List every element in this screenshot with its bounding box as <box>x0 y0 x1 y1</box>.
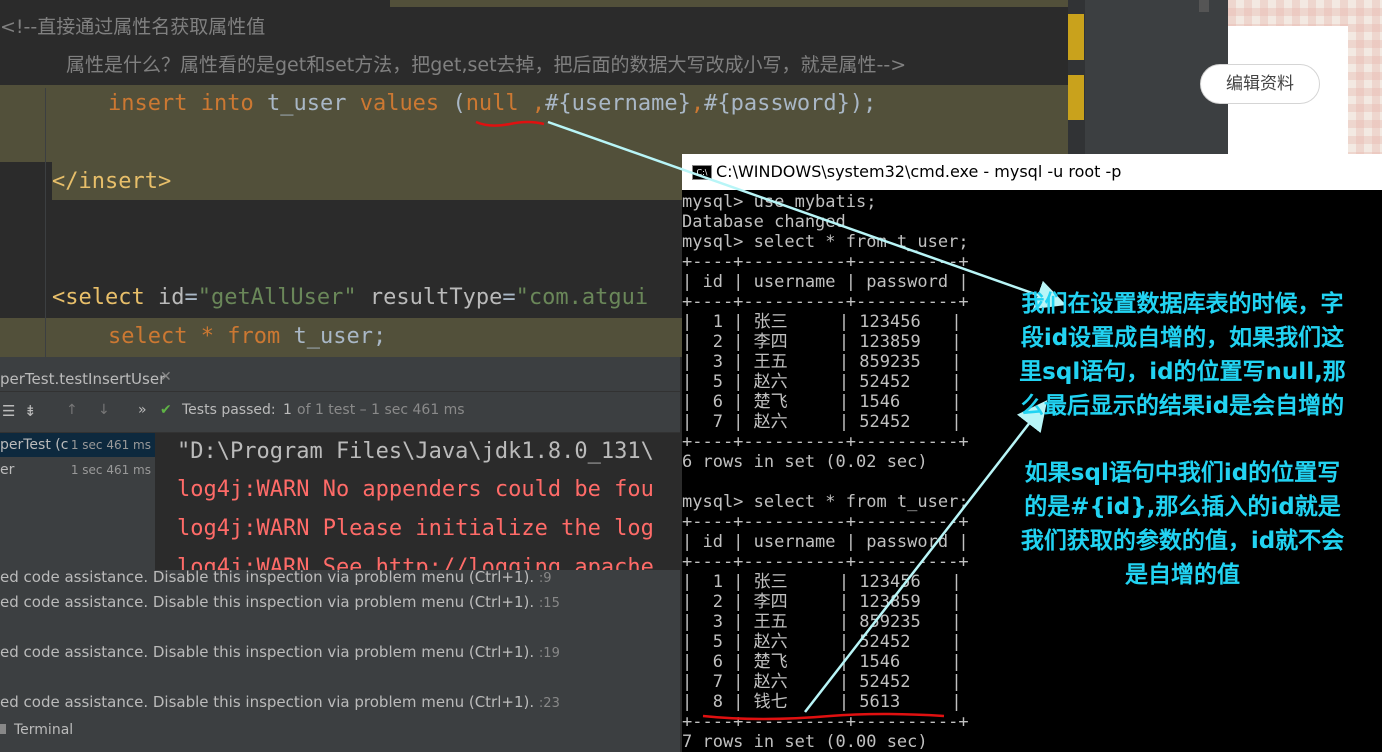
row8-underline <box>702 712 945 721</box>
annotation-note-1: 我们在设置数据库表的时候，字段id设置成自增的，如果我们这里sql语句，id的位… <box>1019 291 1346 419</box>
arrow-to-note2 <box>804 400 1048 713</box>
annotation-note-2: 如果sql语句中我们id的位置写的是#{id},那么插入的id就是我们获取的参数… <box>1020 460 1345 588</box>
arrow-to-note1 <box>547 120 1067 310</box>
